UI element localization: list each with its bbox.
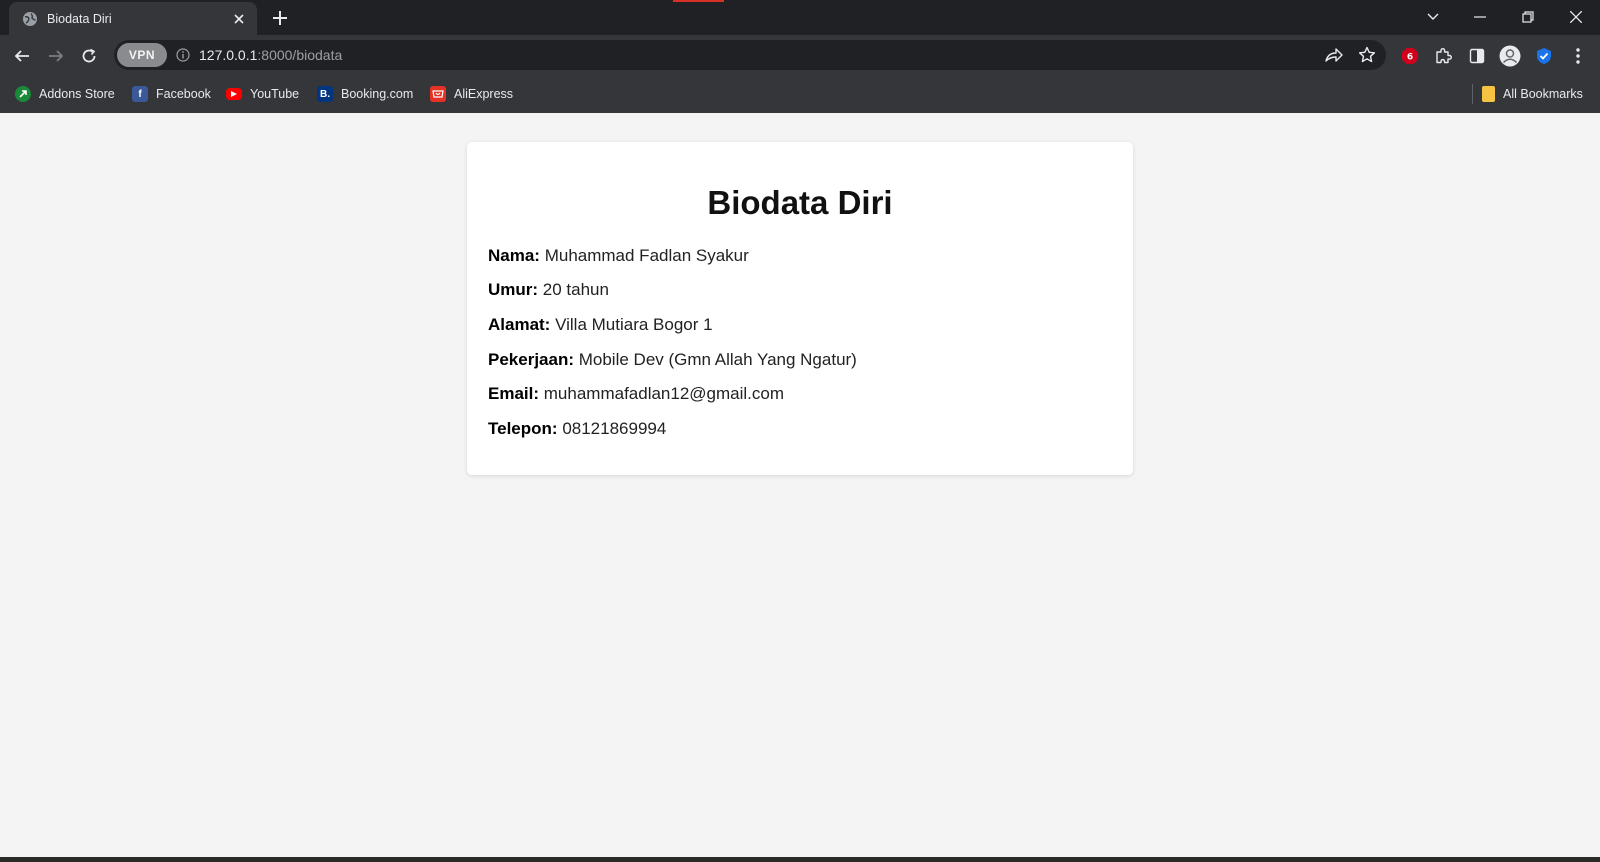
- bookmark-star-icon[interactable]: [1358, 46, 1376, 64]
- field-label: Pekerjaan:: [488, 350, 574, 369]
- bookmarks-divider: [1472, 84, 1473, 104]
- all-bookmarks-label: All Bookmarks: [1503, 87, 1583, 101]
- bookmark-aliexpress[interactable]: AliExpress: [430, 85, 513, 103]
- menu-kebab-icon[interactable]: [1567, 45, 1589, 67]
- minimize-icon[interactable]: [1466, 4, 1494, 30]
- close-tab-icon[interactable]: [231, 11, 247, 27]
- field-pekerjaan: Pekerjaan: Mobile Dev (Gmn Allah Yang Ng…: [488, 350, 857, 370]
- bookmark-label: YouTube: [250, 87, 300, 101]
- field-email: Email: muhammafadlan12@gmail.com: [488, 384, 784, 404]
- taskbar-edge: [0, 857, 1600, 862]
- adblock-extension-icon[interactable]: 6: [1399, 45, 1421, 67]
- shield-check-icon[interactable]: [1533, 45, 1555, 67]
- field-label: Nama:: [488, 246, 540, 265]
- restore-icon[interactable]: [1514, 4, 1542, 30]
- address-bar[interactable]: VPN 127.0.0.1:8000/biodata: [114, 40, 1386, 70]
- field-value: 08121869994: [562, 419, 667, 438]
- browser-toolbar: VPN 127.0.0.1:8000/biodata 6: [0, 35, 1600, 75]
- bookmark-youtube[interactable]: YouTube: [226, 85, 299, 103]
- tab-biodata[interactable]: Biodata Diri: [9, 2, 257, 35]
- youtube-icon: [226, 88, 242, 100]
- aliexpress-icon: [430, 86, 446, 102]
- field-label: Email:: [488, 384, 540, 403]
- new-tab-button[interactable]: [271, 9, 289, 27]
- field-label: Umur:: [488, 280, 539, 299]
- addons-store-icon: [15, 86, 31, 102]
- url-path: :8000/biodata: [257, 47, 343, 63]
- bookmark-facebook[interactable]: f Facebook: [132, 85, 211, 103]
- bookmarks-bar: Addons Store f Facebook YouTube B. Booki…: [0, 75, 1600, 113]
- profile-avatar-icon[interactable]: [1499, 45, 1521, 67]
- share-icon[interactable]: [1325, 46, 1343, 64]
- vpn-label: VPN: [128, 48, 156, 62]
- field-value: 20 tahun: [542, 280, 609, 299]
- field-value: Mobile Dev (Gmn Allah Yang Ngatur): [578, 350, 857, 369]
- bookmark-label: Facebook: [156, 87, 211, 101]
- facebook-icon: f: [132, 86, 148, 102]
- forward-arrow-icon[interactable]: [44, 44, 68, 68]
- url-text[interactable]: 127.0.0.1:8000/biodata: [199, 47, 342, 63]
- field-umur: Umur: 20 tahun: [488, 280, 609, 300]
- extension-badge: 6: [1407, 53, 1413, 63]
- page-title: Biodata Diri: [707, 184, 893, 221]
- tab-title: Biodata Diri: [47, 11, 112, 26]
- tab-search-icon[interactable]: [1419, 4, 1447, 30]
- vpn-toggle[interactable]: VPN: [117, 43, 167, 67]
- biodata-card: Biodata Diri Nama: Muhammad Fadlan Syaku…: [467, 142, 1133, 475]
- folder-icon: [1482, 86, 1495, 102]
- field-value: muhammafadlan12@gmail.com: [543, 384, 785, 403]
- bookmark-label: AliExpress: [454, 87, 514, 101]
- globe-icon: [22, 11, 38, 27]
- bookmark-label: Booking.com: [341, 87, 414, 101]
- bookmark-label: Addons Store: [39, 87, 115, 101]
- field-label: Telepon:: [488, 419, 558, 438]
- booking-icon: B.: [317, 86, 333, 102]
- field-nama: Nama: Muhammad Fadlan Syakur: [488, 246, 749, 266]
- extensions-puzzle-icon[interactable]: [1432, 45, 1454, 67]
- close-window-icon[interactable]: [1562, 4, 1590, 30]
- field-value: Villa Mutiara Bogor 1: [555, 315, 713, 334]
- recording-indicator: [673, 0, 724, 2]
- side-panel-icon[interactable]: [1466, 45, 1488, 67]
- back-arrow-icon[interactable]: [10, 44, 34, 68]
- url-host: 127.0.0.1: [199, 47, 258, 63]
- bookmark-addons-store[interactable]: Addons Store: [15, 85, 115, 103]
- field-label: Alamat:: [488, 315, 551, 334]
- field-alamat: Alamat: Villa Mutiara Bogor 1: [488, 315, 713, 335]
- tab-strip: Biodata Diri: [0, 0, 1600, 35]
- bookmark-booking[interactable]: B. Booking.com: [317, 85, 413, 103]
- field-telepon: Telepon: 08121869994: [488, 419, 666, 439]
- site-info-icon[interactable]: [176, 48, 190, 62]
- reload-icon[interactable]: [77, 44, 101, 68]
- field-value: Muhammad Fadlan Syakur: [544, 246, 749, 265]
- all-bookmarks-button[interactable]: All Bookmarks: [1482, 85, 1583, 103]
